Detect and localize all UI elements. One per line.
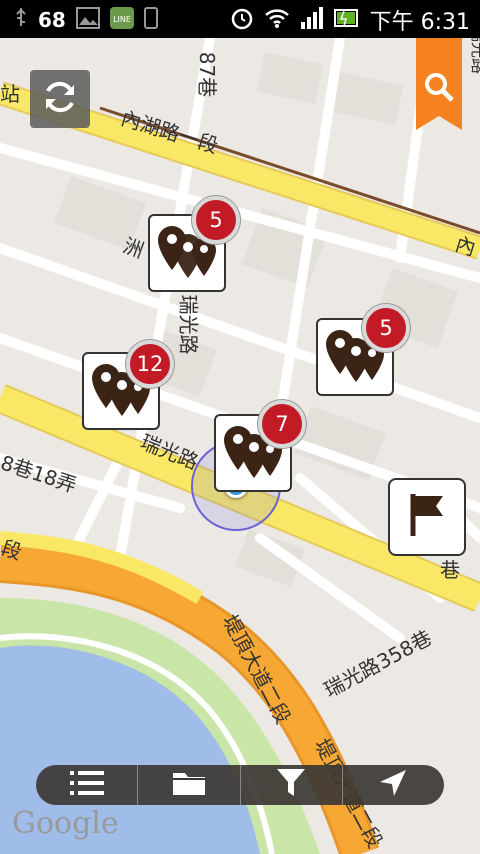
navigate-button[interactable] [343,765,444,805]
street-label: 站 [0,82,20,106]
google-attribution: Google [12,806,119,841]
flag-icon [407,492,447,542]
clock: 下午 6:31 [369,10,470,35]
search-button[interactable] [416,38,462,130]
folder-icon [171,769,207,801]
cluster-count-badge: 5 [192,196,240,244]
signal-icon [300,6,324,34]
status-bar: 68 LINE 下午 6:31 [0,0,480,38]
folder-button[interactable] [138,765,241,805]
battery-icon [333,8,360,32]
cluster-count-badge: 7 [258,400,306,448]
wifi-icon [264,7,290,33]
svg-text:LINE: LINE [113,15,131,24]
list-button[interactable] [36,765,139,805]
refresh-icon [40,77,80,121]
flag-button[interactable] [388,478,466,556]
line-app-icon: LINE [109,7,134,33]
search-icon [424,72,454,106]
cluster-count-badge: 5 [362,304,410,352]
notification-icons: 68 LINE [14,6,158,34]
alarm-icon [230,6,254,34]
image-icon [75,7,100,33]
street-label: 瑞光路 [469,38,480,75]
bottom-toolbar [36,765,444,805]
list-icon [69,770,104,800]
system-icons: 下午 6:31 [230,4,470,36]
filter-button[interactable] [241,765,343,805]
street-label: 87巷 [195,51,220,98]
street-label: 巷 [440,558,460,582]
street-label: 瑞光路 [176,294,201,355]
usb-icon [14,6,28,34]
filter-icon [276,768,306,802]
battery-percent: 68 [38,8,66,32]
navigate-icon [379,769,407,801]
map-view[interactable]: 內湖路一段 內 瑞光路 瑞光路 洲 8巷18弄 87巷 堤頂大道二段 堤頂大道二… [0,38,480,854]
cluster-count-badge: 12 [126,340,174,388]
phone-icon [143,7,158,33]
refresh-button[interactable] [30,70,90,128]
